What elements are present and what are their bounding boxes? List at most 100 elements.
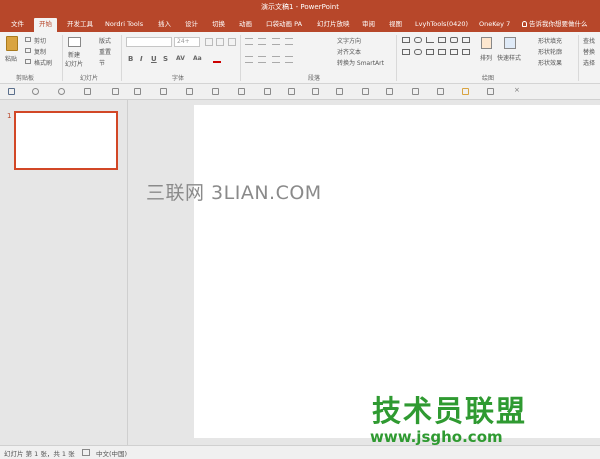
new-slide-icon[interactable] <box>68 37 81 47</box>
convert-smartart-button[interactable]: 转换为 SmartArt <box>337 58 384 67</box>
new-slide-qat-icon[interactable] <box>134 88 141 95</box>
tab-nordri-tools[interactable]: Nordri Tools <box>100 18 148 32</box>
tab-slideshow[interactable]: 幻灯片放映 <box>312 18 355 32</box>
bullets-icon[interactable] <box>245 38 253 45</box>
shape-effects-button[interactable]: 形状效果 <box>538 58 562 67</box>
tab-transitions[interactable]: 切换 <box>207 18 230 32</box>
copy-button[interactable]: 复制 <box>34 47 46 56</box>
shape-outline-button[interactable]: 形状轮廓 <box>538 47 562 56</box>
cut-icon[interactable] <box>25 37 31 42</box>
new-slide-label-2[interactable]: 幻灯片 <box>65 59 83 68</box>
align-center-icon[interactable] <box>258 56 266 63</box>
tab-insert[interactable]: 插入 <box>153 18 176 32</box>
save-icon[interactable] <box>8 88 15 95</box>
quick-styles-icon[interactable] <box>504 37 516 49</box>
justify-icon[interactable] <box>285 56 293 63</box>
replace-button[interactable]: 替换 <box>583 47 595 56</box>
arrange-icon[interactable] <box>481 37 492 49</box>
cut-button[interactable]: 剪切 <box>34 36 46 45</box>
shape-fill-button[interactable]: 形状填充 <box>538 36 562 45</box>
customize-qat-icon[interactable]: × <box>514 86 521 94</box>
change-case-button[interactable]: Aa <box>193 55 202 62</box>
layout-button[interactable]: 版式 <box>99 36 111 45</box>
tab-lvyhtools[interactable]: LvyhTools(0420) <box>410 18 473 32</box>
font-name-field[interactable] <box>126 37 172 47</box>
reset-button[interactable]: 重置 <box>99 47 111 56</box>
tab-developer[interactable]: 开发工具 <box>62 18 98 32</box>
line-shape-icon[interactable] <box>426 37 434 43</box>
copy-format-icon[interactable] <box>386 88 393 95</box>
tell-me-search[interactable]: 告诉我你想要做什么 <box>522 18 588 31</box>
decrease-indent-icon[interactable] <box>272 38 280 45</box>
tab-design[interactable]: 设计 <box>180 18 203 32</box>
char-spacing-button[interactable]: AV <box>176 55 185 62</box>
folder-icon[interactable] <box>462 88 469 95</box>
crop-icon[interactable] <box>362 88 369 95</box>
clear-formatting-icon[interactable] <box>228 38 236 46</box>
eyedropper-icon[interactable] <box>412 88 419 95</box>
copy-icon[interactable] <box>25 48 31 53</box>
triangle-shape-icon[interactable] <box>462 37 470 43</box>
font-size-field[interactable]: 24+ <box>174 37 200 47</box>
group-divider <box>396 35 397 81</box>
start-slideshow-icon[interactable] <box>84 88 91 95</box>
spellcheck-icon[interactable] <box>82 449 90 456</box>
paste-label[interactable]: 粘贴 <box>5 54 17 63</box>
group-divider <box>62 35 63 81</box>
increase-indent-icon[interactable] <box>285 38 293 45</box>
italic-button[interactable]: I <box>140 55 143 63</box>
align-right-icon[interactable] <box>272 56 280 63</box>
tab-onekey[interactable]: OneKey 7 <box>474 18 515 32</box>
tab-review[interactable]: 审阅 <box>357 18 380 32</box>
lock-icon[interactable] <box>212 88 219 95</box>
tab-view[interactable]: 视图 <box>384 18 407 32</box>
grow-font-icon[interactable] <box>205 38 213 46</box>
star-shape-icon[interactable] <box>438 49 446 55</box>
chart-qat-icon[interactable] <box>487 88 494 95</box>
format-painter-icon[interactable] <box>25 59 31 64</box>
layout-qat-icon[interactable] <box>160 88 167 95</box>
language-status[interactable]: 中文(中国) <box>96 448 127 458</box>
strikethrough-button[interactable]: S <box>163 55 168 63</box>
oval-shape-icon[interactable] <box>414 37 422 43</box>
font-color-icon[interactable] <box>213 55 221 63</box>
shape-outline-qat-icon[interactable] <box>312 88 319 95</box>
tab-pocket-animation[interactable]: 口袋动画 PA <box>261 18 307 32</box>
numbering-icon[interactable] <box>258 38 266 45</box>
tab-file[interactable]: 文件 <box>6 18 29 32</box>
group-qat-icon[interactable] <box>288 88 295 95</box>
new-slide-label[interactable]: 新建 <box>68 50 80 59</box>
shrink-font-icon[interactable] <box>216 38 224 46</box>
section-button[interactable]: 节 <box>99 58 105 67</box>
quick-styles-button[interactable]: 快速样式 <box>497 53 521 62</box>
redo-icon[interactable] <box>58 88 65 95</box>
shapes-qat-icon[interactable] <box>186 88 193 95</box>
align-text-button[interactable]: 对齐文本 <box>337 47 361 56</box>
effects-qat-icon[interactable] <box>437 88 444 95</box>
callout-shape-icon[interactable] <box>402 49 410 55</box>
format-painter-button[interactable]: 格式刷 <box>34 58 52 67</box>
text-direction-button[interactable]: 文字方向 <box>337 36 361 45</box>
align-qat-icon[interactable] <box>264 88 271 95</box>
picture-qat-icon[interactable] <box>238 88 245 95</box>
tab-home[interactable]: 开始 <box>34 18 57 32</box>
circle-shape-icon[interactable] <box>414 49 422 55</box>
brace-shape-icon[interactable] <box>426 49 434 55</box>
select-button[interactable]: 选择 <box>583 58 595 67</box>
more-shapes-icon[interactable] <box>462 49 470 55</box>
align-left-icon[interactable] <box>245 56 253 63</box>
tab-animations[interactable]: 动画 <box>234 18 257 32</box>
arrange-button[interactable]: 排列 <box>480 53 492 62</box>
rectangle-shape-icon[interactable] <box>402 37 410 43</box>
underline-button[interactable]: U <box>151 55 157 63</box>
paste-icon[interactable] <box>6 36 18 51</box>
rounded-rect-shape-icon[interactable] <box>450 37 458 43</box>
slide-thumbnail[interactable] <box>14 111 118 170</box>
bracket-shape-icon[interactable] <box>450 49 458 55</box>
find-button[interactable]: 查找 <box>583 36 595 45</box>
touch-mode-icon[interactable] <box>112 88 119 95</box>
bold-button[interactable]: B <box>128 55 133 63</box>
arrow-shape-icon[interactable] <box>438 37 446 43</box>
insert-picture-icon[interactable] <box>336 88 343 95</box>
undo-icon[interactable] <box>32 88 39 95</box>
